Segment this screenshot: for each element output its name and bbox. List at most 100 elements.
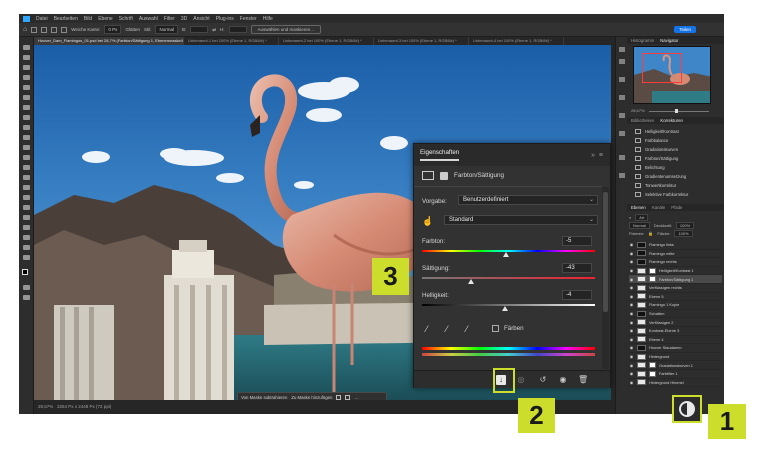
layer-visibility-icon[interactable]: ◉ (629, 337, 634, 342)
path-select-tool-icon[interactable] (23, 215, 30, 220)
style-select[interactable]: Normal (155, 25, 178, 34)
actions-icon[interactable] (619, 59, 625, 64)
brush-settings-icon[interactable] (619, 95, 625, 100)
layer-row[interactable]: ◉ Flamingo rechts (629, 258, 722, 267)
menu-ebene[interactable]: Ebene (98, 16, 112, 22)
feather-input[interactable]: 0 Px (104, 25, 122, 34)
layer-visibility-icon[interactable]: ◉ (629, 328, 634, 333)
tab-libraries[interactable]: Bibliotheken (631, 118, 654, 123)
lasso-tool-icon[interactable] (23, 65, 30, 70)
layer-mask-thumbnail[interactable] (649, 267, 656, 274)
tab-layers[interactable]: Ebenen (631, 205, 646, 210)
tab-paths[interactable]: Pfade (671, 205, 682, 210)
dodge-tool-icon[interactable] (23, 185, 30, 190)
layer-mask-thumbnail[interactable] (649, 370, 656, 377)
gradient-tool-icon[interactable] (23, 165, 30, 170)
layer-row[interactable]: ◉ Kontrast-Ebene 3 (629, 327, 722, 336)
menu-datei[interactable]: Datei (36, 16, 48, 22)
layer-row[interactable]: ◉ Schatten (629, 310, 722, 319)
frame-tool-icon[interactable] (23, 95, 30, 100)
navigator-zoom-slider[interactable] (675, 109, 678, 113)
layer-row[interactable]: ◉ Hintergrund (629, 353, 722, 362)
shape-tool-icon[interactable] (23, 225, 30, 230)
new-selection-icon[interactable] (41, 26, 48, 33)
move-tool-icon[interactable] (23, 45, 30, 50)
colorize-checkbox[interactable] (492, 325, 499, 332)
home-icon[interactable]: ⌂ (23, 26, 27, 33)
add-selection-icon[interactable] (51, 26, 58, 33)
eyedropper-plus-icon[interactable]: ⁄ (446, 324, 448, 334)
hue-slider[interactable] (503, 252, 510, 257)
hand-tool-icon[interactable] (23, 235, 30, 240)
share-button[interactable]: Teilen (674, 26, 696, 33)
blend-mode-select[interactable]: Normal (629, 221, 650, 229)
adj-item[interactable]: Farbton/Sättigung (635, 154, 720, 163)
fill-input[interactable]: 100% (674, 229, 693, 237)
menu-fenster[interactable]: Fenster (240, 16, 257, 22)
zoom-tool-icon[interactable] (23, 245, 30, 250)
layer-visibility-icon[interactable]: ◉ (629, 311, 634, 316)
select-and-mask-button[interactable]: Auswählen und maskieren... (250, 25, 322, 34)
scrollbar-thumb[interactable] (603, 192, 608, 312)
delete-mask-icon[interactable] (345, 394, 351, 400)
layer-row[interactable]: ◉ Flamingo mitte (629, 250, 722, 259)
invert-mask-button[interactable]: Von Maske subtrahieren (241, 395, 287, 400)
layer-visibility-icon[interactable]: ◉ (629, 285, 634, 290)
properties-scrollbar[interactable] (602, 187, 609, 369)
adjustment-type-icon[interactable] (422, 171, 434, 180)
adj-item[interactable]: Gradientenumsetzung (635, 172, 720, 181)
antialias-label[interactable]: Glätten (125, 27, 140, 32)
brush-tool-icon[interactable] (23, 125, 30, 130)
properties-title[interactable]: Eigenschaften (420, 149, 460, 161)
tab-unbenannt-1[interactable]: Unbenannt-1 bei 100% (Ebene 1, RGB/8#) * (184, 37, 279, 45)
zoom-readout[interactable]: 28,67% (38, 404, 53, 409)
hue-input[interactable]: -5 (562, 236, 592, 246)
tab-navigator[interactable]: Navigator (660, 38, 678, 43)
pen-tool-icon[interactable] (23, 195, 30, 200)
properties-icon[interactable] (619, 155, 625, 160)
mask-option-icon[interactable] (336, 394, 342, 400)
layer-visibility-icon[interactable]: ◉ (629, 251, 634, 256)
healing-tool-icon[interactable] (23, 115, 30, 120)
type-tool-icon[interactable] (23, 205, 30, 210)
tab-channels[interactable]: Kanäle (652, 205, 665, 210)
tab-hoover-dam[interactable]: Hoover_Dam_Flamingos_01.psd bei 28,7% (F… (34, 37, 184, 45)
channel-select[interactable]: Standard ⌄ (444, 215, 598, 225)
menu-plugins[interactable]: Plug-ins (216, 16, 234, 22)
opacity-input[interactable]: 100% (675, 221, 695, 229)
blur-tool-icon[interactable] (23, 175, 30, 180)
swap-icon[interactable]: ⇄ (212, 27, 216, 33)
layer-row[interactable]: ◉ Verflüssigen rechts (629, 284, 722, 293)
tab-adjustments[interactable]: Korrekturen (660, 118, 682, 123)
layer-row[interactable]: ◉ Helligkeit/Kontrast 1 (629, 267, 722, 276)
marquee-tool-icon[interactable] (23, 55, 30, 60)
eyedropper-icon[interactable]: ⁄ (426, 324, 428, 334)
foreground-color-swatch[interactable] (22, 269, 28, 275)
layer-row[interactable]: ◉ Ebene 5 (629, 293, 722, 302)
more-tools-icon[interactable] (23, 255, 30, 260)
layer-visibility-icon[interactable]: ◉ (629, 268, 634, 273)
more-options-icon[interactable]: … (354, 395, 358, 400)
paragraph-icon[interactable] (619, 113, 625, 118)
layer-row[interactable]: ◉ Gradationskurven 1 (629, 361, 722, 370)
layer-row[interactable]: ◉ Farbton/Sättigung 1 (629, 275, 722, 284)
navigator-view-box[interactable] (642, 53, 682, 83)
view-previous-state-icon[interactable]: ◎ (516, 375, 526, 385)
layer-mask-thumbnail[interactable] (649, 362, 656, 369)
eyedropper-minus-icon[interactable]: ⁄ (466, 324, 468, 334)
panel-menu-icon[interactable]: » ≡ (591, 152, 604, 159)
layer-visibility-icon[interactable]: ◉ (629, 363, 634, 368)
history-brush-tool-icon[interactable] (23, 145, 30, 150)
info-icon[interactable] (619, 77, 625, 82)
adj-item[interactable]: Belichtung (635, 163, 720, 172)
layer-visibility-icon[interactable]: ◉ (629, 354, 634, 359)
layer-visibility-icon[interactable]: ◉ (629, 345, 634, 350)
history-icon[interactable] (619, 47, 625, 52)
menu-bearbeiten[interactable]: Bearbeiten (54, 16, 78, 22)
hand-target-icon[interactable]: ☝ (422, 216, 433, 226)
menu-3d[interactable]: 3D (181, 16, 187, 22)
layer-row[interactable]: ◉ Ebene 4 (629, 336, 722, 345)
layer-visibility-icon[interactable]: ◉ (629, 277, 634, 282)
layer-row[interactable]: ◉ Flamingo 1 Kopie (629, 301, 722, 310)
marquee-tool-icon[interactable] (31, 26, 38, 33)
